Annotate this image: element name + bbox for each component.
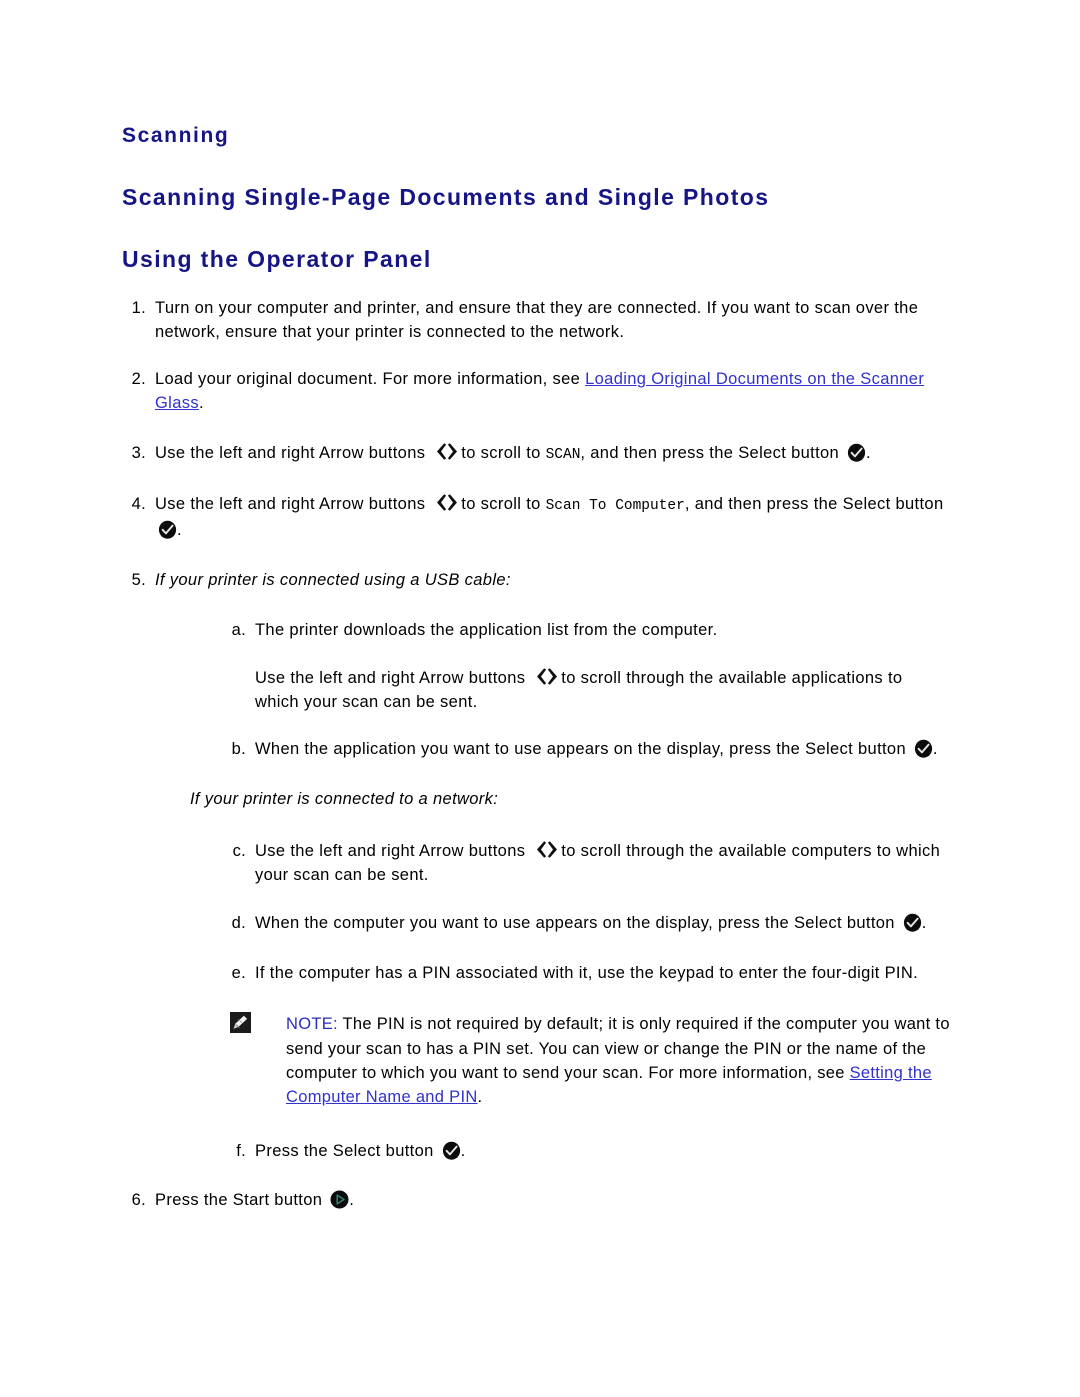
step-6-text-2: . bbox=[349, 1190, 355, 1209]
step-6-text: Press the Start button . bbox=[155, 1188, 945, 1212]
document-page: Scanning Scanning Single-Page Documents … bbox=[0, 0, 1080, 1397]
step-3-display-value: SCAN bbox=[545, 447, 581, 464]
step-2-text-before: Load your original document. For more in… bbox=[155, 370, 586, 389]
left-right-arrow-buttons-icon bbox=[534, 840, 560, 859]
step-3-text: Use the left and right Arrow buttons to … bbox=[155, 441, 945, 466]
step-5c-number: c. bbox=[232, 842, 246, 861]
step-5b-text-1: When the application you want to use app… bbox=[255, 740, 911, 759]
step-5a-continuation: Use the left and right Arrow buttons to … bbox=[255, 666, 950, 714]
page-title: Scanning bbox=[122, 124, 230, 147]
step-4-display-value: Scan To Computer bbox=[545, 498, 685, 515]
select-button-check-icon bbox=[158, 520, 177, 539]
step-5c-text-1: Use the left and right Arrow buttons bbox=[255, 842, 531, 861]
step-5f-text-2: . bbox=[460, 1142, 466, 1161]
step-6-text-1: Press the Start button bbox=[155, 1190, 328, 1209]
note-content: NOTE: The PIN is not required by default… bbox=[286, 1015, 950, 1106]
step-5c-text: Use the left and right Arrow buttons to … bbox=[255, 839, 950, 887]
step-5f-text-1: Press the Select button bbox=[255, 1142, 439, 1161]
step-5f: f. Press the Select button . bbox=[236, 1139, 950, 1163]
step-1-text: Turn on your computer and printer, and e… bbox=[155, 299, 919, 342]
start-button-play-icon bbox=[330, 1190, 349, 1209]
step-5-number: 5. bbox=[131, 570, 146, 589]
step-5c: c. Use the left and right Arrow buttons … bbox=[233, 839, 950, 887]
step-3: 3. Use the left and right Arrow buttons … bbox=[132, 441, 945, 466]
note-text-after: . bbox=[477, 1088, 483, 1107]
network-intro-paragraph: If your printer is connected to a networ… bbox=[190, 790, 499, 809]
note-label: NOTE: bbox=[286, 1015, 338, 1034]
step-1-number: 1. bbox=[131, 299, 146, 317]
step-4-text-4: . bbox=[177, 520, 182, 539]
step-3-text-3: , and then press the Select button bbox=[580, 444, 844, 463]
note-pencil-icon bbox=[230, 1012, 279, 1034]
left-right-arrow-buttons-icon bbox=[534, 667, 560, 686]
step-5e-text: If the computer has a PIN associated wit… bbox=[255, 964, 919, 983]
step-5e: e. If the computer has a PIN associated … bbox=[232, 961, 950, 985]
select-button-check-icon bbox=[442, 1141, 461, 1161]
step-5d-number: d. bbox=[231, 914, 246, 933]
step-5b-number: b. bbox=[231, 740, 246, 759]
select-button-check-icon bbox=[847, 443, 866, 463]
step-5f-number: f. bbox=[236, 1142, 246, 1161]
step-4-text: Use the left and right Arrow buttons to … bbox=[155, 492, 945, 541]
step-5a-number: a. bbox=[231, 620, 246, 639]
step-2-text: Load your original document. For more in… bbox=[155, 367, 945, 415]
left-right-arrow-buttons-icon bbox=[434, 442, 460, 461]
step-4-text-2: to scroll to bbox=[461, 495, 546, 514]
step-5d-text-2: . bbox=[921, 914, 927, 933]
step-2: 2. Load your original document. For more… bbox=[132, 367, 945, 415]
step-4-number: 4. bbox=[131, 495, 146, 514]
step-4: 4. Use the left and right Arrow buttons … bbox=[132, 492, 945, 541]
step-3-text-4: . bbox=[866, 444, 871, 463]
procedure-list: 1. Turn on your computer and printer, an… bbox=[0, 296, 1080, 1212]
section-heading: Scanning Single-Page Documents and Singl… bbox=[122, 184, 770, 211]
step-5a: a. The printer downloads the application… bbox=[232, 618, 950, 642]
step-5-text: If your printer is connected using a USB… bbox=[155, 570, 511, 589]
step-6: 6. Press the Start button . bbox=[132, 1188, 945, 1212]
step-5d-text-1: When the computer you want to use appear… bbox=[255, 914, 900, 933]
note-callout: NOTE: The PIN is not required by default… bbox=[230, 1012, 976, 1109]
step-5: 5. If your printer is connected using a … bbox=[132, 568, 945, 592]
step-5a-text: The printer downloads the application li… bbox=[255, 620, 718, 639]
select-button-check-icon bbox=[914, 739, 933, 758]
left-right-arrow-buttons-icon bbox=[434, 493, 460, 512]
step-5b-text: When the application you want to use app… bbox=[255, 737, 950, 761]
select-button-check-icon bbox=[903, 913, 922, 933]
subsection-heading: Using the Operator Panel bbox=[122, 246, 432, 273]
step-6-number: 6. bbox=[131, 1190, 146, 1209]
step-3-text-2: to scroll to bbox=[461, 444, 546, 463]
step-5f-text: Press the Select button . bbox=[255, 1139, 950, 1163]
step-2-number: 2. bbox=[131, 370, 146, 389]
page-headings: Scanning Scanning Single-Page Documents … bbox=[122, 124, 982, 273]
step-1: 1. Turn on your computer and printer, an… bbox=[132, 296, 945, 344]
step-5d-text: When the computer you want to use appear… bbox=[255, 911, 950, 935]
step-5d: d. When the computer you want to use app… bbox=[232, 911, 950, 935]
step-2-text-after: . bbox=[198, 394, 204, 413]
step-5b: b. When the application you want to use … bbox=[232, 737, 950, 761]
step-3-text-1: Use the left and right Arrow buttons bbox=[155, 444, 431, 463]
step-5b-text-2: . bbox=[932, 740, 938, 759]
step-5a-cont-text-1: Use the left and right Arrow buttons bbox=[255, 668, 531, 687]
step-4-text-3: , and then press the Select button bbox=[684, 495, 944, 514]
step-3-number: 3. bbox=[131, 444, 146, 463]
step-4-text-1: Use the left and right Arrow buttons bbox=[155, 495, 431, 514]
step-5e-number: e. bbox=[231, 964, 246, 983]
